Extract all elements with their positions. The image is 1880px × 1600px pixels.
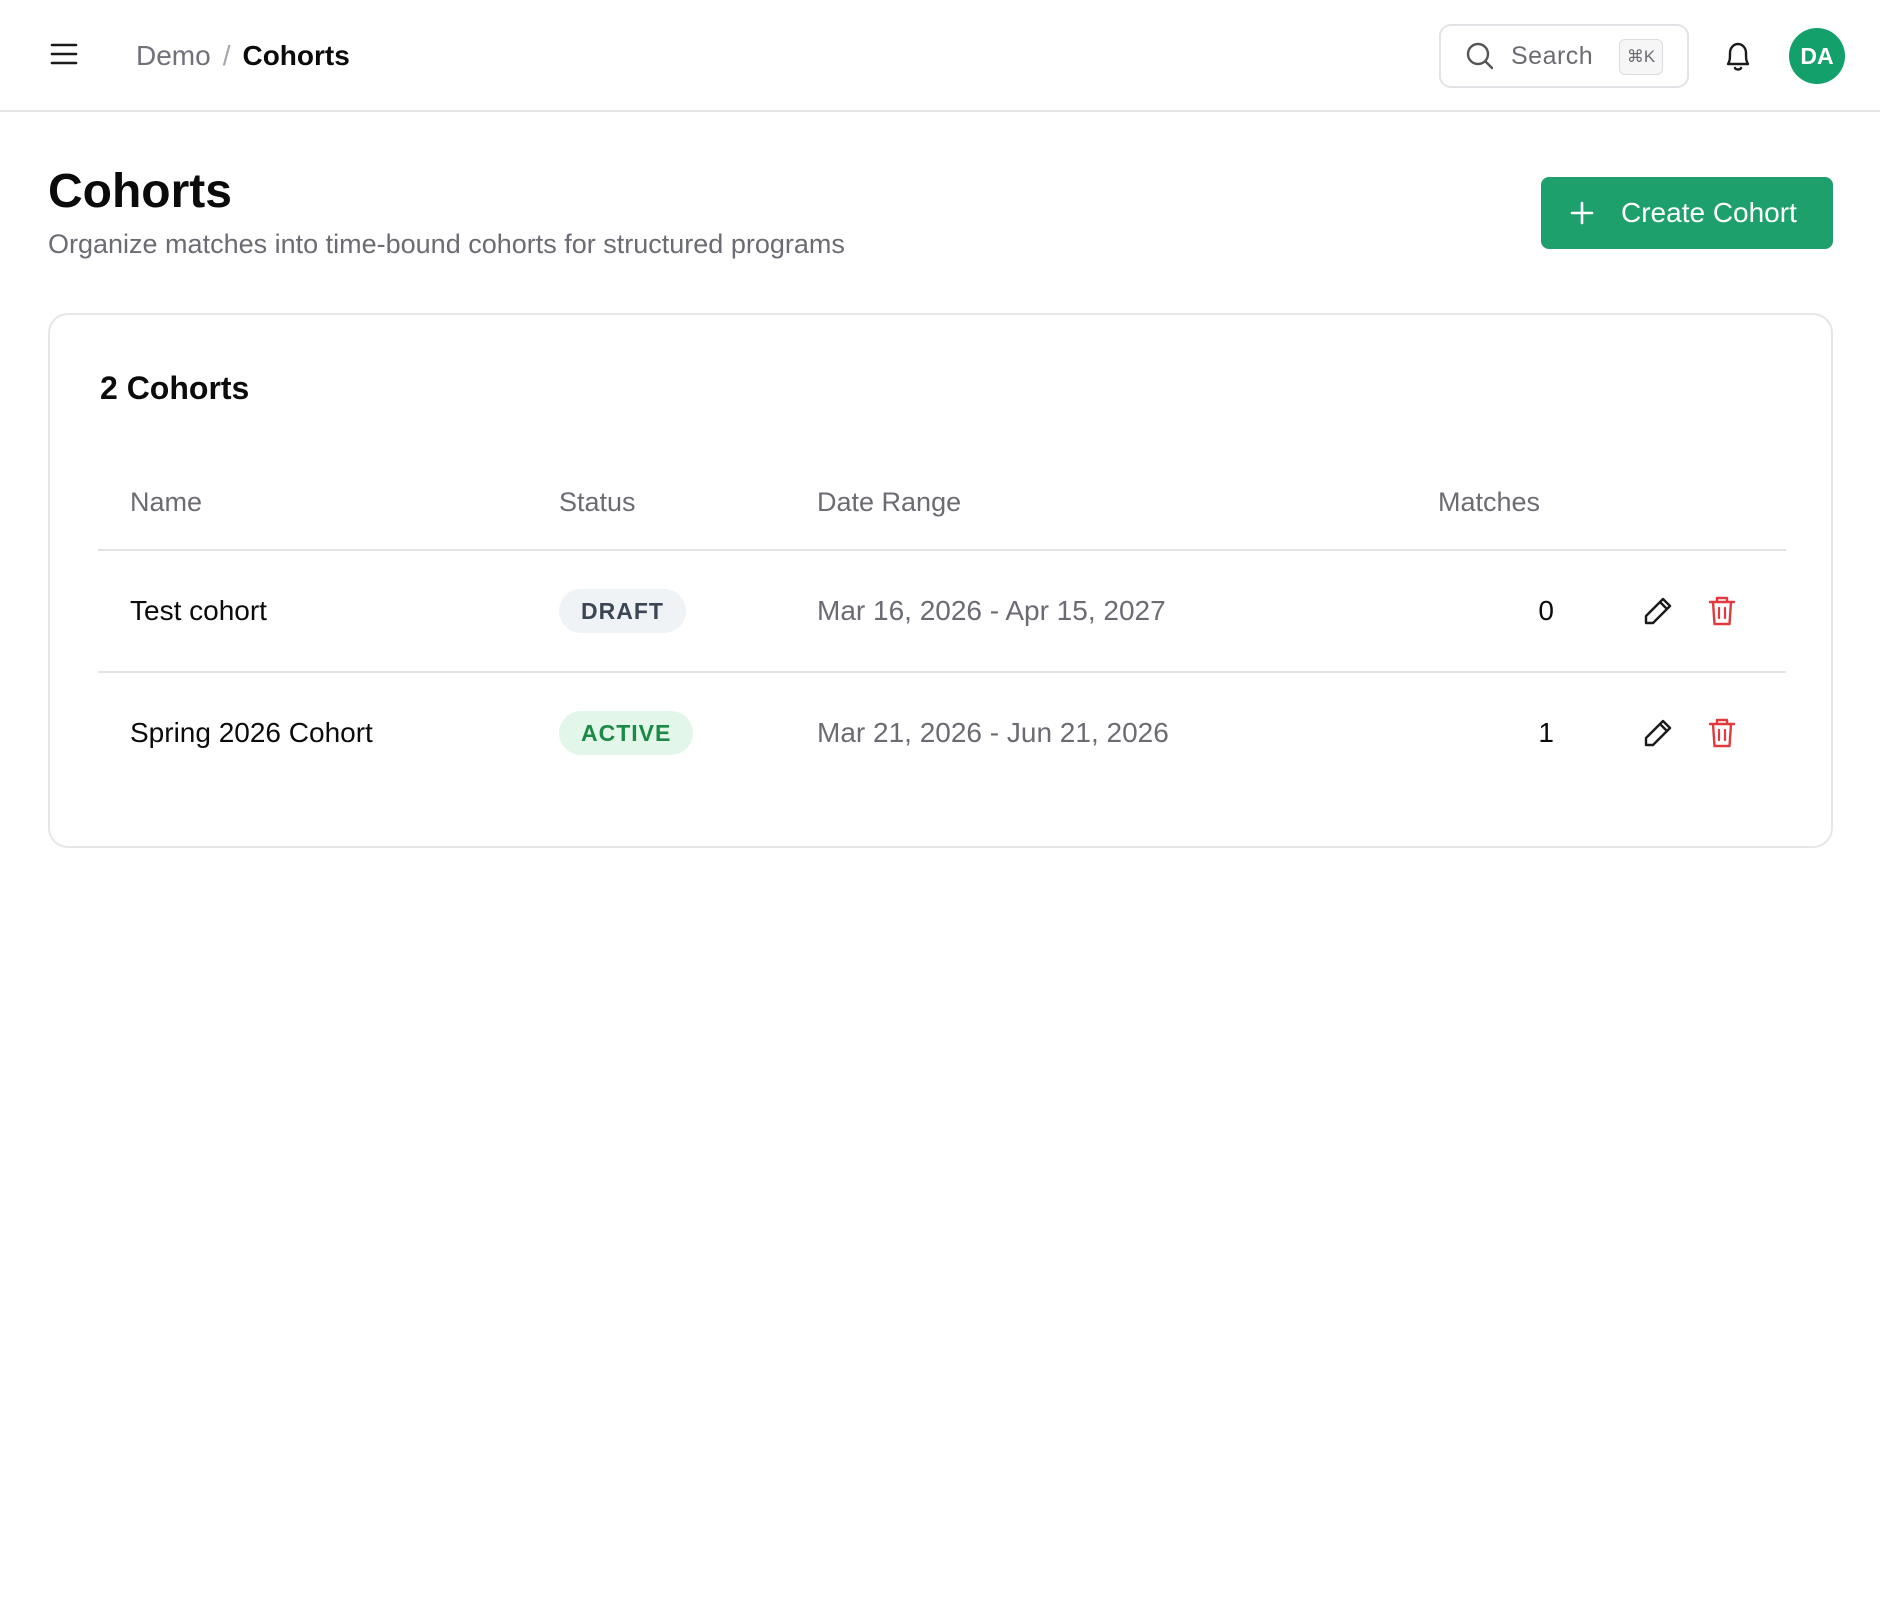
cohort-name[interactable]: Spring 2026 Cohort — [130, 717, 373, 749]
trash-icon — [1708, 596, 1736, 626]
cohorts-card: 2 Cohorts Name Status Date Range Matches… — [48, 313, 1833, 848]
table-row[interactable]: Test cohort DRAFT Mar 16, 2026 - Apr 15,… — [98, 551, 1786, 673]
table-row[interactable]: Spring 2026 Cohort ACTIVE Mar 21, 2026 -… — [98, 673, 1786, 795]
menu-button[interactable] — [44, 34, 84, 74]
table-header: Name Status Date Range Matches — [98, 455, 1786, 551]
cohorts-table: Name Status Date Range Matches Test coho… — [98, 455, 1786, 795]
menu-icon — [50, 43, 78, 65]
create-cohort-button[interactable]: Create Cohort — [1541, 177, 1833, 249]
create-cohort-label: Create Cohort — [1621, 197, 1797, 228]
trash-icon — [1708, 718, 1736, 748]
page-subtitle: Organize matches into time-bound cohorts… — [48, 229, 845, 259]
cohort-name[interactable]: Test cohort — [130, 595, 267, 627]
cohort-matches-count: 1 — [1538, 717, 1554, 748]
search-button[interactable]: Search ⌘K — [1439, 24, 1689, 88]
breadcrumb-separator: / — [222, 40, 231, 71]
column-header-matches[interactable]: Matches — [1438, 487, 1540, 518]
plus-icon — [1570, 201, 1594, 225]
cohorts-count: 2 Cohorts — [100, 370, 250, 406]
pencil-icon — [1644, 597, 1672, 625]
cohort-date-range: Mar 21, 2026 - Jun 21, 2026 — [817, 717, 1169, 748]
search-label: Search — [1511, 41, 1594, 70]
bell-icon — [1726, 42, 1750, 71]
status-badge: DRAFT — [559, 589, 686, 633]
user-avatar[interactable]: DA — [1789, 28, 1845, 84]
breadcrumb-demo-link[interactable]: Demo — [136, 40, 211, 72]
edit-cohort-button[interactable] — [1638, 591, 1678, 631]
breadcrumb-current: Cohorts — [242, 40, 350, 71]
status-badge: ACTIVE — [559, 711, 694, 755]
search-shortcut-badge: ⌘K — [1619, 39, 1663, 75]
column-header-status[interactable]: Status — [559, 487, 636, 518]
delete-cohort-button[interactable] — [1702, 591, 1742, 631]
notifications-button[interactable] — [1718, 34, 1758, 78]
breadcrumb: Demo / Cohorts — [136, 38, 350, 74]
column-header-name[interactable]: Name — [130, 487, 202, 518]
top-bar: Demo / Cohorts Search ⌘K DA — [0, 0, 1880, 112]
page-title: Cohorts — [48, 165, 232, 218]
delete-cohort-button[interactable] — [1702, 713, 1742, 753]
cohort-date-range: Mar 16, 2026 - Apr 15, 2027 — [817, 595, 1166, 626]
cohort-matches-count: 0 — [1538, 595, 1554, 626]
edit-cohort-button[interactable] — [1638, 713, 1678, 753]
column-header-date-range[interactable]: Date Range — [817, 487, 961, 518]
pencil-icon — [1644, 719, 1672, 747]
search-icon — [1466, 42, 1494, 70]
